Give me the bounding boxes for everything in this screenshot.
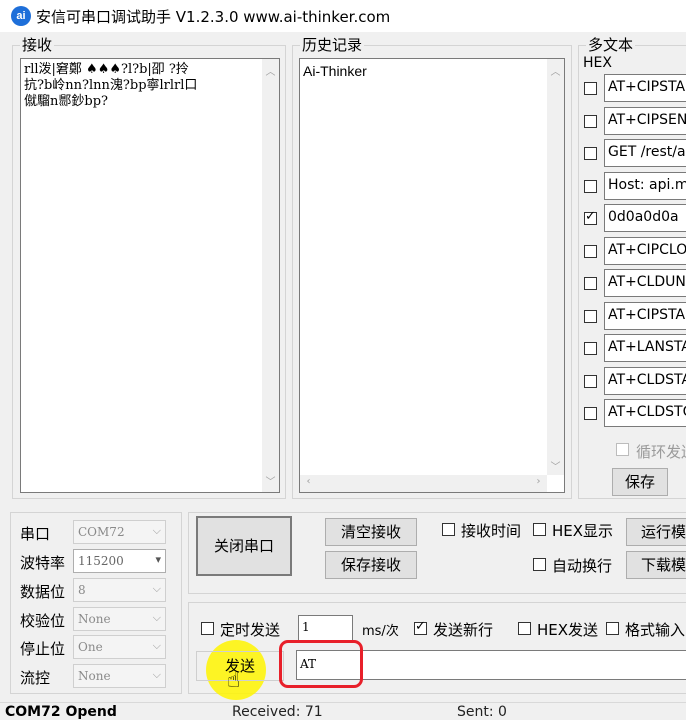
port-value: COM72 [78, 525, 125, 539]
send-input-highlight [279, 640, 363, 688]
multitext-checkbox[interactable] [584, 245, 597, 258]
flow-label: 流控 [20, 669, 51, 687]
history-hscrollbar[interactable]: ‹ › [300, 475, 547, 492]
scroll-down-icon[interactable]: ﹀ [547, 458, 564, 473]
multitext-input[interactable]: AT+LANSTA [604, 334, 686, 362]
chevron-down-icon: ⌵ [152, 582, 161, 595]
stopbits-label: 停止位 [20, 640, 66, 658]
multitext-input[interactable]: AT+CIPCLO [604, 237, 686, 265]
port-status: COM72 Opend [5, 704, 117, 720]
receive-line: 抗?b岭nn?lnn溾?bp寧lrlrl口 [24, 78, 198, 93]
auto-wrap-checkbox[interactable] [533, 558, 546, 571]
receive-line: 僦騮n郻鈔bp? [24, 94, 108, 109]
hand-cursor-icon: ☝ [227, 668, 241, 693]
multitext-input[interactable]: AT+CIPSEN [604, 107, 686, 135]
port-label: 串口 [20, 525, 51, 543]
save-receive-button[interactable]: 保存接收 [325, 551, 417, 579]
baud-value: 115200 [78, 554, 124, 568]
save-multitext-button[interactable]: 保存 [612, 468, 668, 496]
send-newline-checkbox[interactable] [414, 619, 427, 635]
title-bar: ai 安信可串口调试助手 V1.2.3.0 www.ai-thinker.com [0, 0, 686, 32]
multitext-input[interactable]: AT+CLDUN [604, 269, 686, 297]
receive-vscrollbar[interactable]: ︿ ﹀ [262, 59, 279, 492]
close-port-button[interactable]: 关闭串口 [196, 516, 292, 576]
multitext-input[interactable]: AT+CLDSTO [604, 399, 686, 427]
chevron-down-icon: ⌵ [152, 524, 161, 537]
sent-count: Sent: 0 [457, 704, 507, 720]
timed-send-label: 定时发送 [220, 621, 281, 639]
multitext-input[interactable]: 0d0a0d0a [604, 204, 686, 232]
history-vscrollbar[interactable]: ︿ ﹀ [547, 59, 564, 475]
databits-select[interactable]: 8 ⌵ [73, 578, 166, 602]
stopbits-select[interactable]: One ⌵ [73, 635, 166, 659]
window-title: 安信可串口调试助手 V1.2.3.0 www.ai-thinker.com [36, 8, 391, 26]
port-select[interactable]: COM72 ⌵ [73, 520, 166, 544]
scroll-left-icon[interactable]: ‹ [300, 476, 317, 487]
interval-unit-label: ms/次 [362, 624, 399, 639]
send-newline-label: 发送新行 [433, 621, 494, 639]
multitext-checkbox[interactable] [584, 310, 597, 323]
interval-input[interactable]: 1 [298, 615, 353, 641]
hex-display-checkbox[interactable] [533, 523, 546, 536]
parity-value: None [78, 612, 111, 626]
receive-time-checkbox[interactable] [442, 523, 455, 536]
parity-select[interactable]: None ⌵ [73, 607, 166, 631]
multitext-checkbox-checked[interactable] [584, 209, 597, 225]
stopbits-value: One [78, 640, 103, 654]
multitext-checkbox[interactable] [584, 375, 597, 388]
download-mode-button[interactable]: 下载模 [626, 551, 686, 579]
baud-select[interactable]: 115200 ▾ [73, 549, 166, 573]
multitext-checkbox[interactable] [584, 180, 597, 193]
app-logo-icon: ai [11, 6, 31, 26]
multitext-checkbox[interactable] [584, 277, 597, 290]
multitext-input[interactable]: Host: api.m [604, 172, 686, 200]
flow-select[interactable]: None ⌵ [73, 664, 166, 688]
auto-wrap-label: 自动换行 [552, 557, 613, 575]
multitext-checkbox[interactable] [584, 342, 597, 355]
format-input-label: 格式输入 [625, 621, 686, 639]
scroll-down-icon[interactable]: ﹀ [262, 473, 279, 488]
hex-send-checkbox[interactable] [518, 622, 531, 635]
flow-value: None [78, 669, 111, 683]
multitext-input[interactable]: AT+CIPSTA [604, 302, 686, 330]
databits-value: 8 [78, 583, 86, 597]
receive-textarea[interactable]: rll泼|窘鄭 ♠♠♠?l?b|卲 ?拎 抗?b岭nn?lnn溾?bp寧lrlr… [20, 58, 280, 493]
chevron-down-icon: ▾ [155, 553, 161, 566]
receive-text: rll泼|窘鄭 ♠♠♠?l?b|卲 ?拎 抗?b岭nn?lnn溾?bp寧lrlr… [24, 62, 249, 110]
multitext-group-label: 多文本 [586, 36, 636, 54]
loop-send-checkbox[interactable] [616, 443, 629, 456]
chevron-down-icon: ⌵ [152, 668, 161, 681]
multitext-checkbox[interactable] [584, 407, 597, 420]
received-count: Received: 71 [232, 704, 323, 720]
run-mode-button[interactable]: 运行模 [626, 518, 686, 546]
receive-group-label: 接收 [20, 36, 55, 54]
multitext-input[interactable]: GET /rest/ap [604, 139, 686, 167]
parity-label: 校验位 [20, 612, 66, 630]
chevron-down-icon: ⌵ [152, 611, 161, 624]
receive-line: rll泼|窘鄭 ♠♠♠?l?b|卲 ?拎 [24, 62, 189, 77]
history-item[interactable]: Ai-Thinker [303, 63, 367, 79]
scroll-up-icon[interactable]: ︿ [547, 63, 564, 78]
history-list[interactable]: Ai-Thinker ︿ ﹀ ‹ › [299, 58, 565, 493]
hex-column-label: HEX [583, 55, 612, 71]
timed-send-checkbox[interactable] [201, 622, 214, 635]
multitext-input[interactable]: AT+CIPSTA [604, 74, 686, 102]
chevron-down-icon: ⌵ [152, 639, 161, 652]
scroll-right-icon[interactable]: › [530, 476, 547, 487]
databits-label: 数据位 [20, 583, 66, 601]
receive-time-label: 接收时间 [461, 522, 522, 540]
clear-receive-button[interactable]: 清空接收 [325, 518, 417, 546]
hex-display-label: HEX显示 [552, 522, 614, 540]
multitext-checkbox[interactable] [584, 82, 597, 95]
multitext-input[interactable]: AT+CLDSTA [604, 367, 686, 395]
hex-send-label: HEX发送 [537, 621, 599, 639]
multitext-checkbox[interactable] [584, 115, 597, 128]
history-group-label: 历史记录 [300, 36, 365, 54]
baud-label: 波特率 [20, 554, 66, 572]
format-input-checkbox[interactable] [606, 622, 619, 635]
status-bar: COM72 Opend Received: 71 Sent: 0 [0, 702, 686, 720]
multitext-checkbox[interactable] [584, 147, 597, 160]
loop-send-label: 循环发送 [636, 443, 686, 461]
scroll-up-icon[interactable]: ︿ [262, 63, 279, 78]
